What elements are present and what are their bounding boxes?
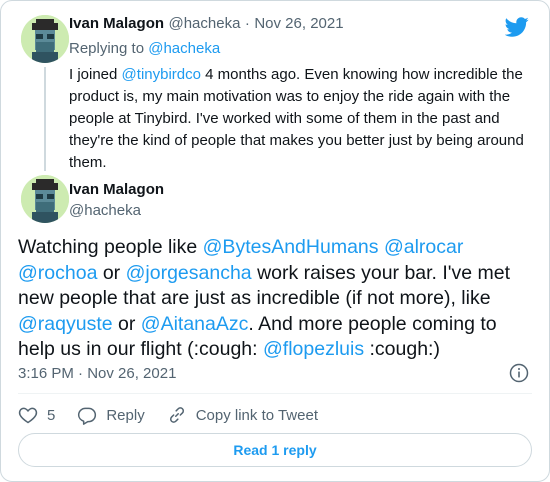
info-icon[interactable] [509, 363, 529, 383]
mention-link[interactable]: @AitanaAzc [141, 313, 249, 335]
replying-prefix: Replying to [69, 40, 145, 57]
reply-icon [78, 407, 97, 425]
mention-link[interactable]: @flopezluis [263, 338, 364, 360]
divider [18, 393, 532, 394]
mention-link[interactable]: @tinybirdco [122, 66, 201, 83]
avatar-image [21, 175, 69, 223]
mention-link[interactable]: @BytesAndHumans [203, 236, 379, 258]
mention-link[interactable]: @rochoa [18, 262, 97, 284]
action-bar: 5 Reply Copy link to Tweet [18, 404, 340, 426]
author-name[interactable]: Ivan Malagon [69, 15, 164, 32]
reply-label: Reply [106, 406, 145, 424]
avatar-image [21, 15, 69, 63]
reply-date[interactable]: Nov 26, 2021 [254, 15, 343, 32]
reply-header: Ivan Malagon @hacheka · Nov 26, 2021 [69, 15, 344, 33]
author-handle[interactable]: @hacheka [168, 15, 240, 32]
heart-icon [18, 407, 38, 424]
tweet-embed-card: Ivan Malagon @hacheka · Nov 26, 2021 Rep… [0, 0, 550, 482]
like-count: 5 [47, 406, 56, 424]
link-icon [169, 407, 184, 423]
reply-text: I joined @tinybirdco 4 months ago. Even … [69, 66, 524, 171]
like-button[interactable]: 5 [18, 405, 55, 425]
avatar[interactable] [21, 15, 69, 63]
twitter-bird-icon[interactable] [505, 15, 529, 39]
author-handle[interactable]: @hacheka [69, 202, 141, 219]
thread-connector [44, 67, 46, 171]
mention-link[interactable]: @alrocar [384, 236, 463, 258]
copy-link-button[interactable]: Copy link to Tweet [167, 405, 318, 425]
author-name[interactable]: Ivan Malagon [69, 181, 164, 198]
read-replies-button[interactable]: Read 1 reply [18, 433, 532, 467]
replying-to: Replying to @hacheka [69, 40, 220, 57]
separator: · [244, 15, 250, 32]
tweet-timestamp[interactable]: 3:16 PM · Nov 26, 2021 [18, 365, 176, 382]
replying-handle[interactable]: @hacheka [148, 40, 220, 57]
tweet-text: Watching people like @BytesAndHumans @al… [18, 236, 511, 360]
mention-link[interactable]: @raqyuste [18, 313, 113, 335]
avatar[interactable] [21, 175, 69, 223]
copy-link-label: Copy link to Tweet [195, 406, 318, 424]
mention-link[interactable]: @jorgesancha [126, 262, 252, 284]
reply-button[interactable]: Reply [77, 405, 145, 425]
